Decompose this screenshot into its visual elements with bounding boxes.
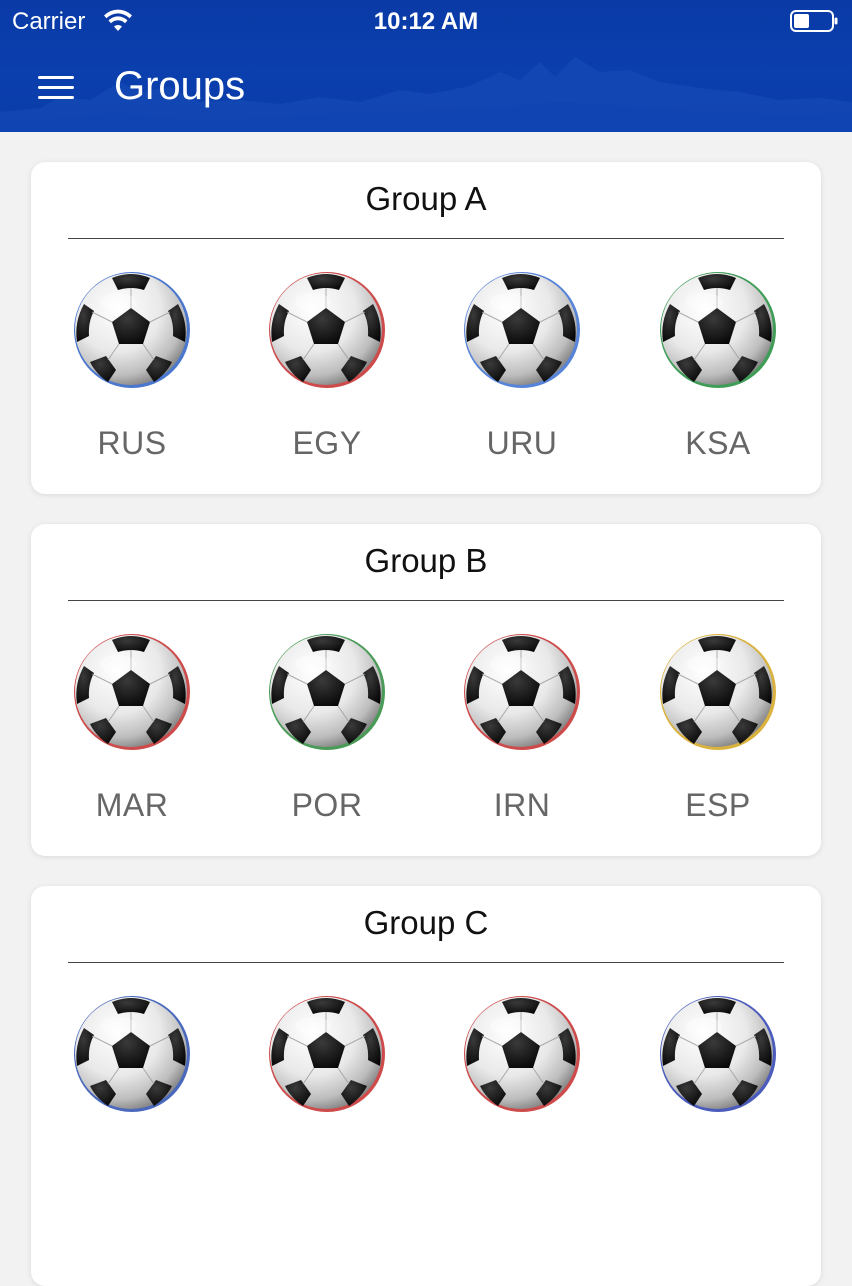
- group-title: Group B: [364, 542, 488, 579]
- team-code: URU: [486, 425, 558, 461]
- team-item[interactable]: MAR: [72, 632, 192, 832]
- team-item[interactable]: ESP: [658, 632, 778, 832]
- team-item[interactable]: URU: [462, 270, 582, 470]
- hamburger-menu-icon[interactable]: [38, 76, 76, 102]
- page-title: Groups: [114, 64, 246, 108]
- battery-icon: [790, 10, 838, 32]
- team-item[interactable]: IRN: [462, 632, 582, 832]
- app-header: Carrier 10:12 AM Groups: [0, 0, 852, 132]
- group-divider: [68, 600, 784, 601]
- team-code: RUS: [97, 425, 167, 461]
- team-code: POR: [291, 787, 363, 823]
- group-title: Group A: [365, 180, 487, 217]
- team-code: IRN: [493, 787, 551, 823]
- team-item[interactable]: RUS: [72, 270, 192, 470]
- team-item[interactable]: [658, 994, 778, 1194]
- team-code: MAR: [95, 787, 169, 823]
- status-bar: Carrier 10:12 AM: [0, 0, 852, 42]
- team-item[interactable]: KSA: [658, 270, 778, 470]
- team-code: EGY: [292, 425, 362, 461]
- group-card: Group C: [31, 886, 821, 1286]
- team-code: ESP: [685, 787, 751, 823]
- group-divider: [68, 238, 784, 239]
- status-time: 10:12 AM: [373, 8, 479, 35]
- team-item[interactable]: POR: [267, 632, 387, 832]
- group-card: Group B MAR POR IRN ESP: [31, 524, 821, 856]
- team-code: KSA: [685, 425, 751, 461]
- group-divider: [68, 962, 784, 963]
- team-item[interactable]: [462, 994, 582, 1194]
- team-item[interactable]: [72, 994, 192, 1194]
- group-card: Group A RUS EGY URU KSA: [31, 162, 821, 494]
- team-item[interactable]: [267, 994, 387, 1194]
- team-item[interactable]: EGY: [267, 270, 387, 470]
- nav-bar: Groups: [0, 42, 852, 132]
- group-title: Group C: [363, 904, 489, 941]
- groups-list[interactable]: Group A RUS EGY URU KSA Group B MAR POR …: [0, 132, 852, 1286]
